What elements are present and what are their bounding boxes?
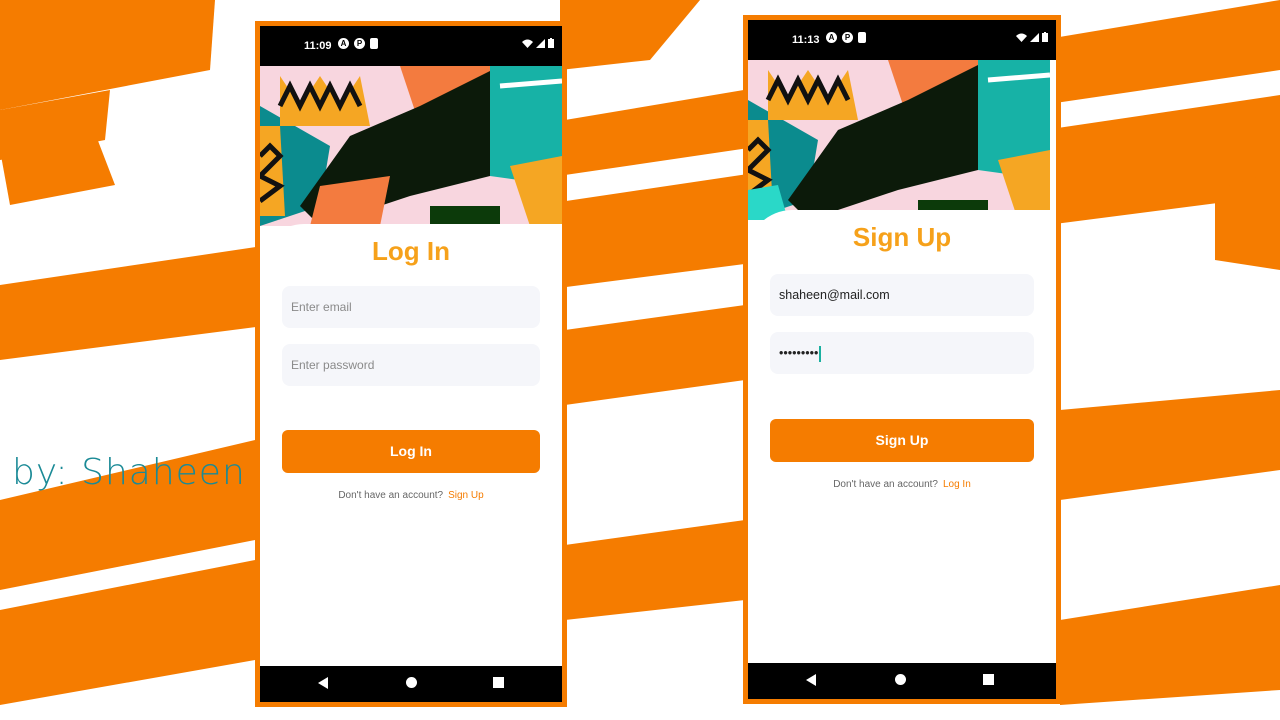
wifi-icon bbox=[1016, 33, 1027, 42]
recents-nav-icon[interactable] bbox=[983, 674, 994, 685]
text-cursor bbox=[819, 345, 822, 362]
password-field[interactable]: Enter password bbox=[282, 344, 540, 386]
footer-text: Don't have an account? bbox=[833, 479, 938, 490]
home-nav-icon[interactable] bbox=[895, 674, 906, 685]
signup-screen: 11:13 A P Sign Up shaheen@mail.com •••••… bbox=[748, 20, 1056, 699]
login-button[interactable]: Log In bbox=[282, 430, 540, 473]
home-nav-icon[interactable] bbox=[406, 677, 417, 688]
header-illustration bbox=[748, 60, 1050, 220]
notification-icons: A P bbox=[338, 38, 378, 49]
signup-phone-frame: 11:13 A P Sign Up shaheen@mail.com •••••… bbox=[743, 15, 1061, 704]
login-prompt: Don't have an account? Log In bbox=[748, 479, 1056, 490]
notification-icons: A P bbox=[826, 32, 866, 43]
app-notification-icon: A bbox=[826, 32, 837, 43]
background-brush-strokes bbox=[0, 0, 1280, 705]
login-phone-frame: 11:09 A P Log In Enter email Enter passw… bbox=[255, 21, 567, 707]
back-nav-icon[interactable] bbox=[318, 677, 328, 689]
page-title: Sign Up bbox=[852, 222, 952, 252]
battery-icon bbox=[1042, 32, 1048, 42]
signal-icon bbox=[536, 38, 545, 48]
recents-nav-icon[interactable] bbox=[493, 677, 504, 688]
play-notification-icon: P bbox=[842, 32, 853, 43]
password-field[interactable]: ••••••••• bbox=[770, 332, 1034, 374]
page-title: Log In bbox=[372, 236, 450, 266]
footer-text: Don't have an account? bbox=[338, 490, 444, 501]
password-value: ••••••••• bbox=[779, 346, 819, 360]
login-screen: 11:09 A P Log In Enter email Enter passw… bbox=[260, 26, 562, 702]
nav-bar bbox=[260, 666, 562, 702]
signal-icon bbox=[1030, 32, 1039, 42]
system-icons bbox=[522, 38, 554, 48]
wifi-icon bbox=[522, 39, 533, 48]
nav-bar bbox=[748, 663, 1056, 699]
back-nav-icon[interactable] bbox=[806, 674, 816, 686]
email-field[interactable]: Enter email bbox=[282, 286, 540, 328]
login-card: Log In Enter email Enter password Log In… bbox=[260, 224, 562, 666]
signup-prompt: Don't have an account? Sign Up bbox=[260, 490, 562, 501]
status-bar: 11:09 A P bbox=[260, 26, 562, 66]
signup-button[interactable]: Sign Up bbox=[770, 419, 1034, 462]
header-illustration bbox=[260, 66, 562, 226]
sim-notification-icon bbox=[370, 38, 378, 49]
login-link[interactable]: Log In bbox=[943, 479, 971, 490]
signup-link[interactable]: Sign Up bbox=[448, 490, 484, 501]
sim-notification-icon bbox=[858, 32, 866, 43]
play-notification-icon: P bbox=[354, 38, 365, 49]
signup-card: Sign Up shaheen@mail.com ••••••••• Sign … bbox=[748, 210, 1056, 663]
system-icons bbox=[1016, 32, 1048, 42]
status-time: 11:09 bbox=[304, 40, 332, 52]
battery-icon bbox=[548, 38, 554, 48]
app-notification-icon: A bbox=[338, 38, 349, 49]
status-time: 11:13 bbox=[792, 34, 820, 46]
status-bar: 11:13 A P bbox=[748, 20, 1056, 60]
email-field[interactable]: shaheen@mail.com bbox=[770, 274, 1034, 316]
author-credit: by: Shaheen bbox=[12, 452, 246, 493]
